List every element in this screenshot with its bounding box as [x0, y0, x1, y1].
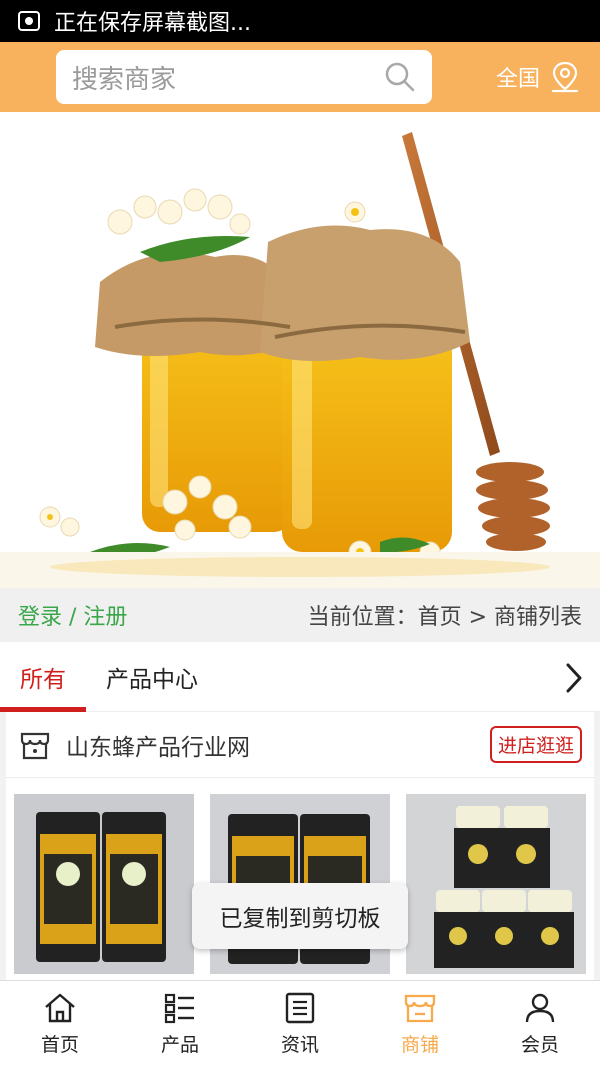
nav-label: 首页	[40, 1033, 79, 1056]
copied-toast: 已复制到剪切板	[192, 883, 408, 949]
honey-banner[interactable]	[0, 112, 600, 588]
chevron-right-icon[interactable]	[564, 662, 584, 694]
location-pin-icon	[551, 61, 579, 93]
shop-name[interactable]: 山东蜂产品行业网	[66, 728, 490, 762]
shop-header: 山东蜂产品行业网 进店逛逛	[6, 712, 594, 778]
shop-icon	[404, 994, 436, 1022]
store-icon	[20, 732, 50, 759]
nav-label: 资讯	[280, 1033, 319, 1056]
breadcrumb-bar: 登录 / 注册 当前位置：首页 > 商铺列表	[0, 588, 600, 642]
user-icon	[525, 993, 555, 1022]
home-icon	[45, 993, 75, 1022]
nav-item-products[interactable]: 产品	[120, 981, 240, 1067]
status-bar: 正在保存屏幕截图...	[0, 0, 600, 42]
bottom-nav: 首页 产品 资讯 商铺 会员	[0, 980, 600, 1067]
tab-all[interactable]: 所有	[0, 642, 86, 712]
search-icon[interactable]	[384, 61, 416, 93]
tab-product-center[interactable]: 产品中心	[86, 642, 218, 712]
list-icon	[164, 993, 194, 1023]
header: 搜索商家 全国	[0, 42, 600, 112]
search-placeholder: 搜索商家	[72, 64, 177, 95]
nav-label: 商铺	[400, 1033, 439, 1056]
nav-item-home[interactable]: 首页	[0, 981, 120, 1067]
nav-item-shops[interactable]: 商铺	[360, 981, 480, 1067]
login-register-link[interactable]: 登录 / 注册	[18, 599, 127, 631]
shop-card[interactable]: 山东蜂产品行业网 进店逛逛	[6, 712, 594, 1012]
nav-label: 会员	[520, 1033, 559, 1056]
honey-jars-image	[0, 132, 600, 588]
breadcrumb: 当前位置：首页 > 商铺列表	[307, 605, 582, 630]
status-text: 正在保存屏幕截图...	[54, 11, 251, 36]
screenshot-icon	[18, 11, 40, 31]
region-selector[interactable]: 全国	[496, 61, 580, 93]
region-label: 全国	[495, 67, 540, 92]
visit-shop-button[interactable]: 进店逛逛	[489, 726, 582, 763]
nav-item-member[interactable]: 会员	[480, 981, 600, 1067]
news-icon	[285, 992, 315, 1023]
app-page: 正在保存屏幕截图... 搜索商家 全国 登录 / 注册 当前位置：首页 > 商铺…	[0, 0, 600, 1067]
nav-label: 产品	[160, 1033, 199, 1056]
nav-item-news[interactable]: 资讯	[240, 981, 360, 1067]
product-thumbnail[interactable]	[14, 794, 194, 974]
category-tabs: 所有 产品中心	[0, 642, 600, 712]
product-thumbnail[interactable]	[406, 794, 586, 974]
search-input[interactable]: 搜索商家	[56, 50, 432, 104]
